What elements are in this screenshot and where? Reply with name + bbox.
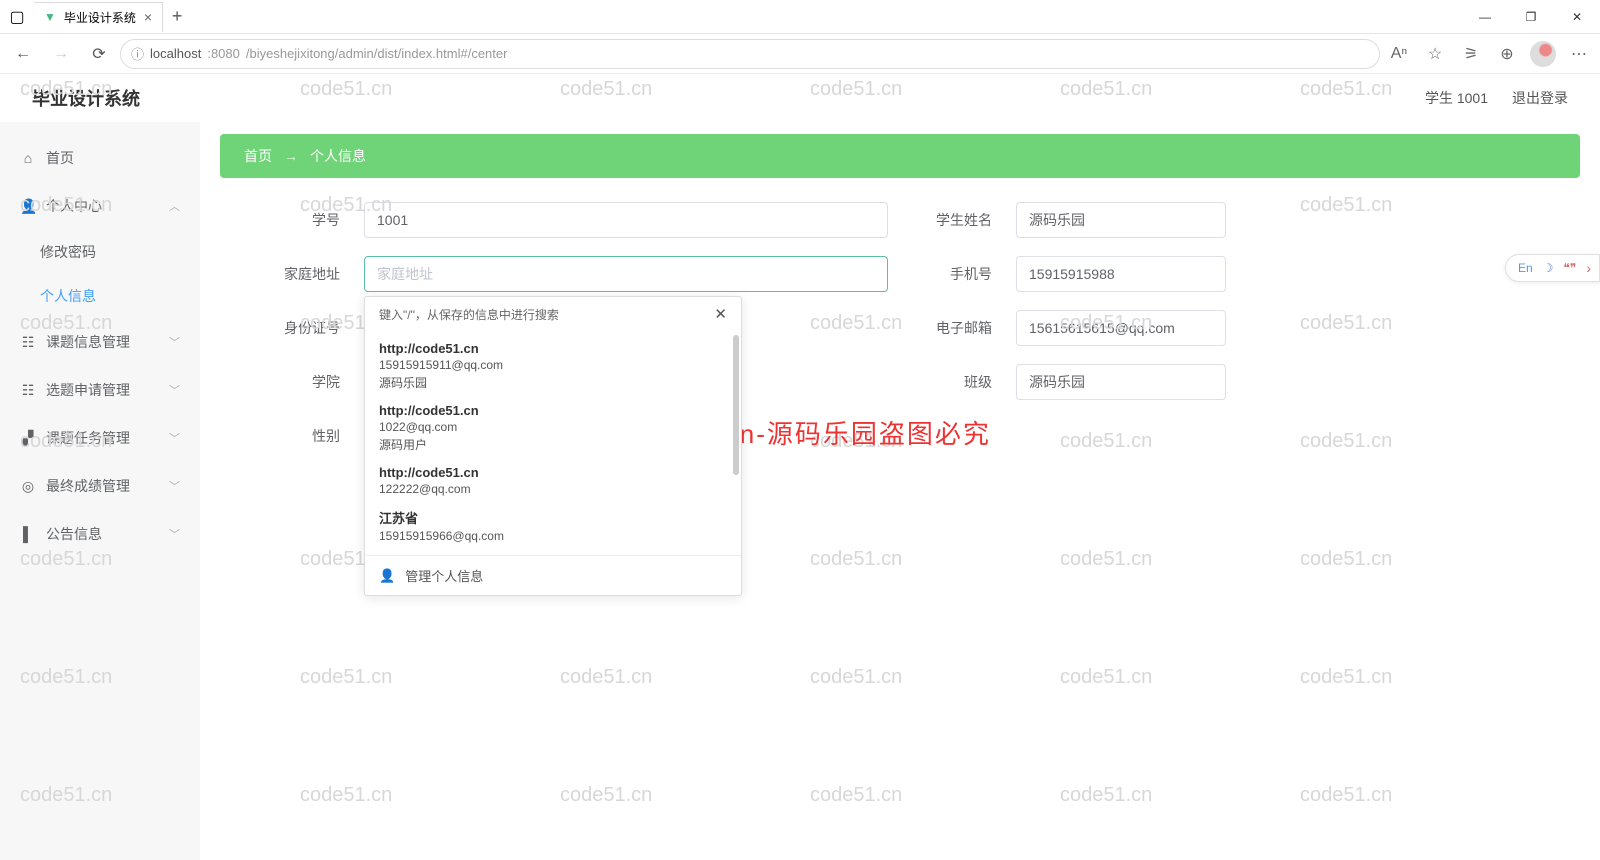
label-email: 电子邮箱 bbox=[912, 310, 992, 346]
breadcrumb: 首页 → 个人信息 bbox=[220, 134, 1580, 178]
reading-mode-icon[interactable]: Aⁿ bbox=[1384, 39, 1414, 69]
input-student-id[interactable] bbox=[364, 202, 888, 238]
floating-toolbar[interactable]: En ☽ ❝❞ › bbox=[1505, 254, 1600, 282]
quote-icon[interactable]: ❝❞ bbox=[1563, 261, 1576, 275]
list-icon: ☷ bbox=[20, 334, 36, 351]
sidebar-item-personal[interactable]: 👤个人中心︿ bbox=[0, 182, 200, 230]
app-title: 毕业设计系统 bbox=[32, 85, 140, 111]
tab-title: 毕业设计系统 bbox=[64, 9, 136, 26]
browser-tab[interactable]: ▼ 毕业设计系统 × bbox=[34, 2, 163, 32]
chevron-right-icon[interactable]: › bbox=[1586, 260, 1591, 276]
label-gender: 性别 bbox=[260, 418, 340, 454]
refresh-button[interactable]: ⟳ bbox=[82, 37, 116, 71]
input-address[interactable] bbox=[364, 256, 888, 292]
back-button[interactable]: ← bbox=[6, 37, 40, 71]
sidebar-item-select-apply[interactable]: ☷选题申请管理﹀ bbox=[0, 366, 200, 414]
vue-favicon-icon: ▼ bbox=[44, 10, 56, 24]
collections-icon[interactable]: ⊕ bbox=[1492, 39, 1522, 69]
menu-icon[interactable]: ⋯ bbox=[1564, 39, 1594, 69]
chart-icon: ▞ bbox=[20, 430, 36, 447]
chevron-down-icon: ﹀ bbox=[169, 334, 180, 350]
main-content: 首页 → 个人信息 学号 学生姓名 家庭地址 键入"/"，从保存的信息中进行搜索… bbox=[200, 74, 1600, 860]
suggest-item[interactable]: 江苏省15915915966@qq.com bbox=[365, 502, 741, 549]
label-address: 家庭地址 bbox=[260, 256, 340, 292]
chevron-down-icon: ﹀ bbox=[169, 430, 180, 446]
sidebar-item-home[interactable]: ⌂首页 bbox=[0, 134, 200, 182]
person-card-icon: 👤 bbox=[379, 568, 395, 584]
label-class: 班级 bbox=[912, 364, 992, 400]
window-titlebar: ▢ ▼ 毕业设计系统 × + — ❐ ✕ bbox=[0, 0, 1600, 34]
label-student-id: 学号 bbox=[260, 202, 340, 238]
autofill-suggest-popup: 键入"/"，从保存的信息中进行搜索 ✕ http://code51.cn15915… bbox=[364, 296, 742, 596]
tab-strip: ▢ ▼ 毕业设计系统 × + bbox=[0, 0, 191, 33]
sidebar-item-topic-info[interactable]: ☷课题信息管理﹀ bbox=[0, 318, 200, 366]
tabs-overview-icon[interactable]: ▢ bbox=[0, 0, 34, 34]
chevron-down-icon: ﹀ bbox=[169, 478, 180, 494]
target-icon: ◎ bbox=[20, 478, 36, 495]
window-controls: — ❐ ✕ bbox=[1462, 0, 1600, 34]
url-path: /biyeshejixitong/admin/dist/index.html#/… bbox=[246, 46, 508, 61]
manage-personal-info[interactable]: 👤管理个人信息 bbox=[365, 555, 741, 595]
breadcrumb-current: 个人信息 bbox=[310, 146, 366, 166]
suggest-item[interactable]: http://code51.cn1022@qq.com源码用户 bbox=[365, 397, 741, 459]
chevron-down-icon: ﹀ bbox=[169, 526, 180, 542]
app-header: 毕业设计系统 学生 1001 退出登录 bbox=[0, 74, 1600, 122]
sidebar-sub-change-password[interactable]: 修改密码 bbox=[0, 230, 200, 274]
lang-indicator[interactable]: En bbox=[1518, 261, 1533, 275]
sidebar-item-notice[interactable]: ▌公告信息﹀ bbox=[0, 510, 200, 558]
star-icon[interactable]: ☆ bbox=[1420, 39, 1450, 69]
close-window-button[interactable]: ✕ bbox=[1554, 0, 1600, 34]
label-phone: 手机号 bbox=[912, 256, 992, 292]
logout-link[interactable]: 退出登录 bbox=[1512, 88, 1568, 108]
bar-icon: ▌ bbox=[20, 526, 36, 542]
label-college: 学院 bbox=[260, 364, 340, 400]
breadcrumb-separator-icon: → bbox=[284, 148, 298, 164]
address-bar: ← → ⟳ ⓘ localhost:8080/biyeshejixitong/a… bbox=[0, 34, 1600, 74]
url-input[interactable]: ⓘ localhost:8080/biyeshejixitong/admin/d… bbox=[120, 39, 1380, 69]
tab-close-icon[interactable]: × bbox=[144, 9, 152, 25]
chevron-up-icon: ︿ bbox=[169, 198, 180, 214]
sidebar: ⌂首页 👤个人中心︿ 修改密码 个人信息 ☷课题信息管理﹀ ☷选题申请管理﹀ ▞… bbox=[0, 74, 200, 860]
new-tab-button[interactable]: + bbox=[163, 6, 191, 27]
favorites-icon[interactable]: ⚞ bbox=[1456, 39, 1486, 69]
chevron-down-icon: ﹀ bbox=[169, 382, 180, 398]
label-name: 学生姓名 bbox=[912, 202, 992, 238]
site-info-icon[interactable]: ⓘ bbox=[131, 44, 144, 63]
input-email[interactable] bbox=[1016, 310, 1226, 346]
close-suggest-icon[interactable]: ✕ bbox=[714, 305, 727, 323]
current-user[interactable]: 学生 1001 bbox=[1425, 88, 1488, 108]
minimize-button[interactable]: — bbox=[1462, 0, 1508, 34]
sidebar-item-final-grade[interactable]: ◎最终成绩管理﹀ bbox=[0, 462, 200, 510]
profile-avatar[interactable] bbox=[1528, 39, 1558, 69]
scrollbar-thumb[interactable] bbox=[733, 335, 739, 475]
sidebar-item-topic-task[interactable]: ▞课题任务管理﹀ bbox=[0, 414, 200, 462]
label-idno: 身份证号 bbox=[260, 310, 340, 346]
breadcrumb-home[interactable]: 首页 bbox=[244, 146, 272, 166]
suggest-hint: 键入"/"，从保存的信息中进行搜索 bbox=[379, 306, 559, 323]
input-name[interactable] bbox=[1016, 202, 1226, 238]
suggest-item[interactable]: http://code51.cn122222@qq.com bbox=[365, 459, 741, 502]
home-icon: ⌂ bbox=[20, 150, 36, 166]
suggest-item[interactable]: http://code51.cn15915915911@qq.com源码乐园 bbox=[365, 335, 741, 397]
list-icon: ☷ bbox=[20, 382, 36, 399]
input-phone[interactable] bbox=[1016, 256, 1226, 292]
user-icon: 👤 bbox=[20, 198, 36, 215]
forward-button[interactable]: → bbox=[44, 37, 78, 71]
url-host: localhost bbox=[150, 46, 201, 61]
sidebar-sub-profile[interactable]: 个人信息 bbox=[0, 274, 200, 318]
maximize-button[interactable]: ❐ bbox=[1508, 0, 1554, 34]
profile-form: 学号 学生姓名 家庭地址 键入"/"，从保存的信息中进行搜索 ✕ http://c… bbox=[220, 202, 1580, 454]
moon-icon[interactable]: ☽ bbox=[1543, 261, 1554, 275]
input-class[interactable] bbox=[1016, 364, 1226, 400]
